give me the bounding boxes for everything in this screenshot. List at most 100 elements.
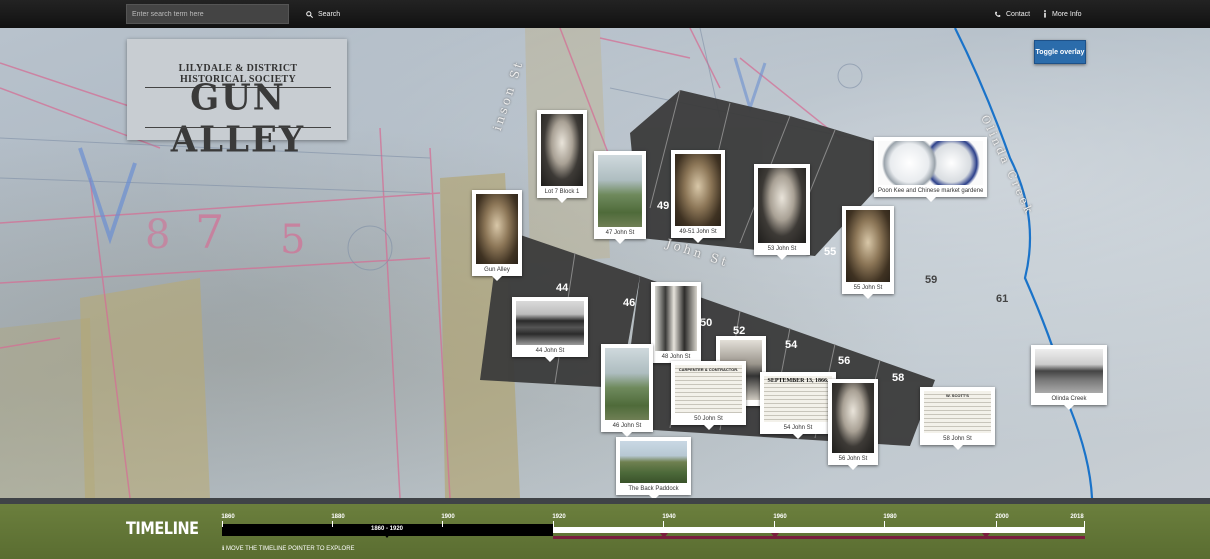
card-caption: Lot 7 Block 1	[544, 189, 580, 195]
card-photo	[758, 168, 806, 243]
photo-card[interactable]: SEPTEMBER 13, 1866. 54 John St	[760, 372, 836, 439]
logo-divider	[145, 127, 331, 128]
photo-card[interactable]: 47 John St	[594, 151, 646, 244]
photo-card[interactable]: W. SCOTT'S 58 John St	[920, 387, 995, 450]
timeline-year: 1860	[221, 514, 235, 520]
search-label: Search	[318, 10, 341, 18]
search-input[interactable]	[126, 4, 289, 24]
lot-number: 50	[700, 317, 713, 329]
lot-number: 44	[556, 282, 569, 294]
clipping-heading: CARPENTER & CONTRACTOR.	[678, 367, 739, 372]
card-photo	[541, 114, 583, 186]
phone-icon	[995, 11, 1001, 17]
timeline-tick	[222, 521, 223, 527]
card-photo	[675, 154, 721, 226]
lot-number: 58	[892, 372, 905, 384]
timeline-tick	[1084, 521, 1085, 527]
lot-number: 54	[785, 339, 798, 351]
timeline-hint-text: MOVE THE TIMELINE POINTER TO EXPLORE	[225, 546, 355, 552]
map-canvas[interactable]: 7 5 8 LILYDALE & DISTRICT HISTORICAL SOC…	[0, 28, 1210, 498]
svg-text:8: 8	[145, 212, 170, 258]
card-caption: 58 John St	[943, 436, 972, 442]
info-icon	[1044, 10, 1046, 18]
timeline-tick	[996, 521, 997, 527]
lot-number: 49	[657, 200, 670, 212]
more-info-button[interactable]: More Info	[1043, 0, 1082, 28]
photo-card[interactable]: 46 John St	[601, 344, 653, 437]
lot-number: 55	[824, 246, 837, 258]
clipping-date: SEPTEMBER 13, 1866.	[767, 378, 829, 384]
timeline-pointer[interactable]	[383, 533, 391, 538]
photo-card[interactable]: Lot 7 Block 1	[537, 110, 587, 203]
timeline-tick	[774, 521, 775, 527]
timeline-year: 1960	[773, 514, 787, 520]
card-photo: SEPTEMBER 13, 1866.	[764, 376, 832, 422]
lot-number: 59	[925, 274, 938, 286]
timeline-year: 1980	[883, 514, 897, 520]
more-info-label: More Info	[1052, 10, 1082, 18]
timeline-tick	[332, 521, 333, 527]
card-photo	[878, 141, 983, 185]
card-caption: 47 John St	[605, 230, 635, 236]
info-icon: ℹ	[222, 546, 225, 552]
card-photo	[832, 383, 874, 453]
svg-text:7: 7	[195, 205, 224, 259]
timeline-marker[interactable]	[982, 533, 990, 538]
card-photo	[620, 441, 687, 483]
card-caption: 55 John St	[853, 285, 883, 291]
card-photo	[516, 301, 584, 345]
photo-card[interactable]: 53 John St	[754, 164, 810, 260]
logo-title: GUN ALLEY	[170, 77, 306, 161]
photo-card[interactable]: 55 John St	[842, 206, 894, 299]
lot-number: 46	[623, 297, 636, 309]
timeline-future-range	[553, 536, 1085, 539]
card-photo	[655, 286, 697, 351]
timeline-tick	[884, 521, 885, 527]
card-photo	[476, 194, 518, 264]
svg-text:5: 5	[280, 217, 305, 263]
timeline-hint: ℹ MOVE THE TIMELINE POINTER TO EXPLORE	[222, 545, 355, 552]
card-caption: 54 John St	[783, 425, 813, 431]
card-caption: 46 John St	[612, 423, 642, 429]
photo-card[interactable]: Poon Kee and Chinese market gardeners	[874, 137, 987, 202]
timeline-tick	[442, 521, 443, 527]
photo-card[interactable]: 56 John St	[828, 379, 878, 470]
search-icon	[306, 10, 313, 18]
photo-card[interactable]: CARPENTER & CONTRACTOR. 50 John St	[671, 361, 746, 430]
photo-card[interactable]: Olinda Creek	[1031, 345, 1107, 410]
card-photo: W. SCOTT'S	[924, 391, 991, 433]
timeline-title: TIMELINE	[126, 519, 199, 539]
card-caption: 50 John St	[694, 416, 723, 422]
toggle-overlay-button[interactable]: Toggle overlay	[1034, 40, 1086, 64]
timeline-marker[interactable]	[660, 533, 668, 538]
card-photo	[605, 348, 649, 420]
card-caption: 56 John St	[838, 456, 868, 462]
lot-number: 61	[996, 293, 1009, 305]
photo-card[interactable]: 49-51 John St	[671, 150, 725, 243]
lot-number: 56	[838, 355, 851, 367]
timeline-year: 2000	[995, 514, 1009, 520]
card-photo	[598, 155, 642, 227]
photo-card[interactable]: The Back Paddock	[616, 437, 691, 498]
photo-card[interactable]: Gun Alley	[472, 190, 522, 281]
timeline-year: 1880	[331, 514, 345, 520]
card-photo	[1035, 349, 1103, 393]
card-caption: Olinda Creek	[1051, 396, 1087, 402]
contact-button[interactable]: Contact	[994, 0, 1030, 28]
photo-card[interactable]: 44 John St	[512, 297, 588, 362]
card-photo: CARPENTER & CONTRACTOR.	[675, 365, 742, 413]
top-bar: Search Contact More Info	[0, 0, 1210, 28]
card-caption: Gun Alley	[484, 267, 510, 273]
photo-card[interactable]: 48 John St	[651, 282, 701, 368]
card-caption: 44 John St	[535, 348, 565, 354]
timeline-year: 2018	[1070, 514, 1084, 520]
search-button[interactable]: Search	[306, 0, 340, 28]
timeline-tick	[663, 521, 664, 527]
contact-label: Contact	[1006, 10, 1031, 18]
tape-strip	[80, 278, 210, 498]
card-caption: The Back Paddock	[628, 486, 679, 492]
society-logo: LILYDALE & DISTRICT HISTORICAL SOCIETY G…	[127, 39, 347, 161]
timeline-marker[interactable]	[771, 533, 779, 538]
card-caption: 53 John St	[767, 246, 797, 252]
clipping-heading: W. SCOTT'S	[946, 393, 969, 398]
